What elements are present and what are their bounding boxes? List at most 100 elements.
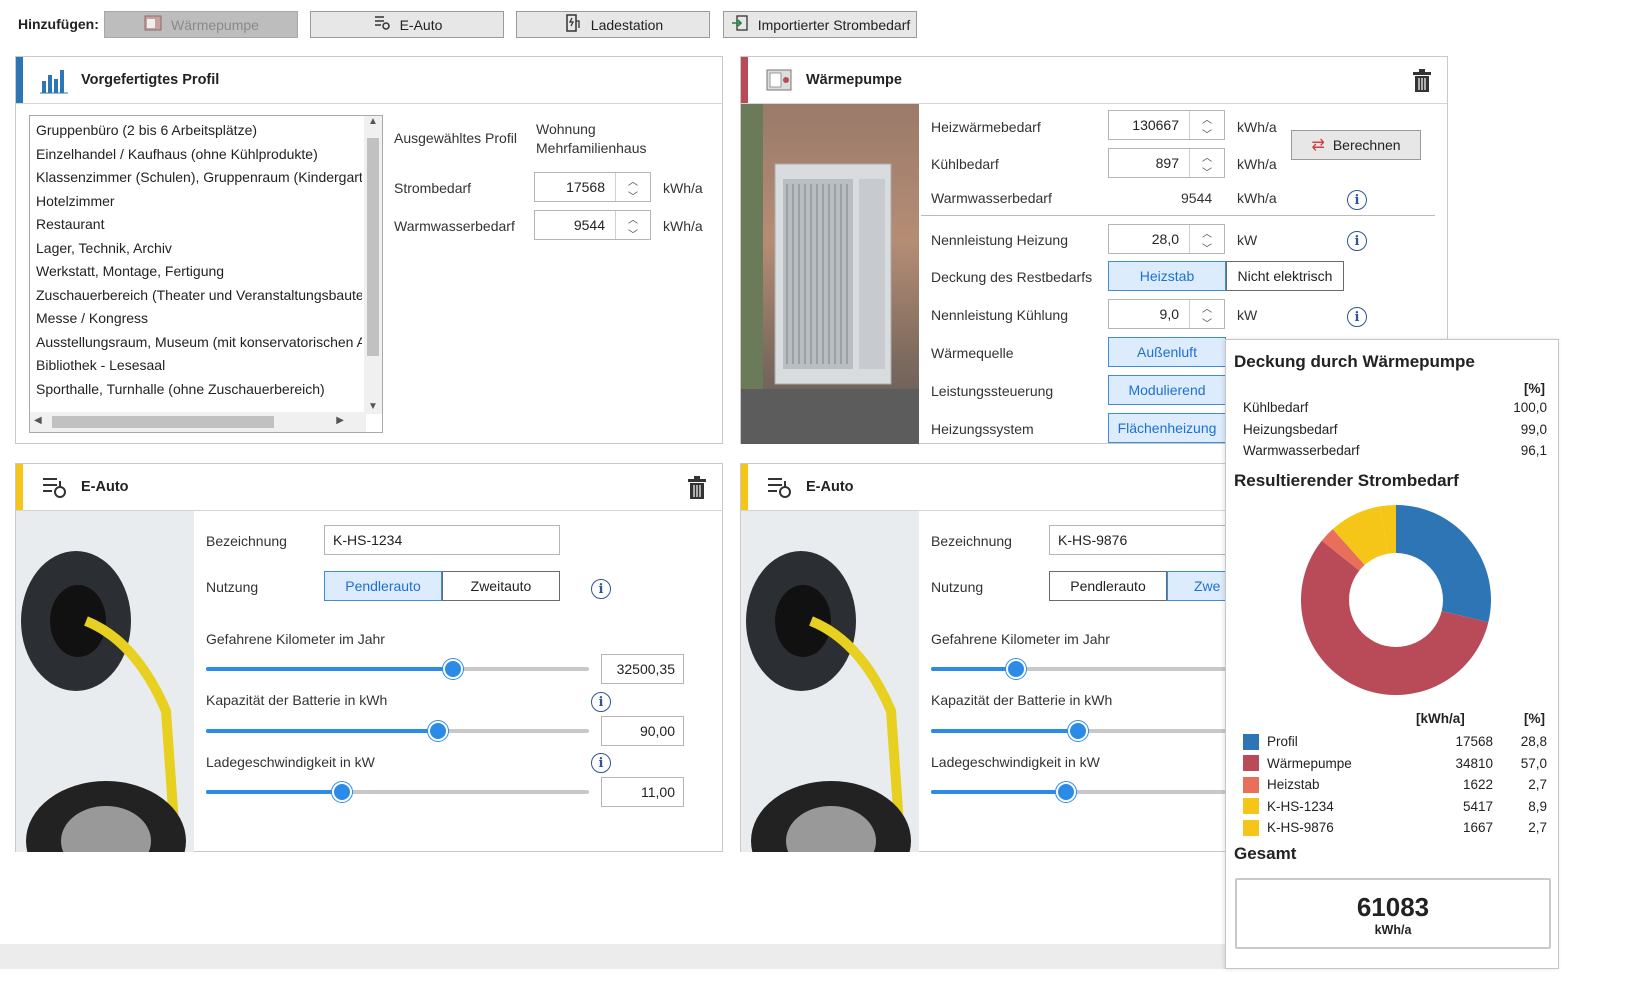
heatpump-icon [143, 13, 163, 36]
battery-input[interactable]: 90,00 [601, 716, 684, 746]
list-item[interactable]: Einzelhandel / Kaufhaus (ohne Kühlproduk… [30, 143, 362, 167]
legend-table: Profil 17568 28,8 Wärmepumpe 34810 57,0 … [1243, 731, 1547, 839]
list-item[interactable]: Lager, Technik, Archiv [30, 237, 362, 261]
vertical-scrollbar[interactable]: ▲ ▼ [364, 116, 382, 414]
charging-slider[interactable] [206, 782, 589, 802]
strombedarf-value[interactable]: 17568 [535, 173, 615, 201]
scroll-up-icon[interactable]: ▲ [364, 116, 382, 127]
chevron-up-icon[interactable]: ︿ [1202, 300, 1212, 315]
chevron-up-icon[interactable]: ︿ [628, 173, 638, 188]
scroll-down-icon[interactable]: ▼ [364, 401, 382, 412]
scroll-left-icon[interactable]: ◀ [34, 415, 42, 426]
chevron-up-icon[interactable]: ︿ [1202, 225, 1212, 240]
chevron-down-icon[interactable]: ﹀ [1202, 240, 1212, 255]
heizwaerme-value[interactable]: 130667 [1109, 111, 1189, 139]
km-slider[interactable] [206, 659, 589, 679]
chevron-up-icon[interactable]: ︿ [628, 211, 638, 226]
profile-panel-title: Vorgefertigtes Profil [81, 72, 220, 88]
list-item[interactable]: Zuschauerbereich (Theater und Veranstalt… [30, 284, 362, 308]
battery-slider[interactable] [931, 721, 1226, 741]
ww-value: 9544 [1181, 190, 1213, 206]
list-item[interactable]: Sporthalle, Turnhalle (ohne Zuschauerber… [30, 378, 362, 402]
strombedarf-stepper[interactable]: 17568 ︿ ﹀ [534, 172, 651, 203]
kuehlbedarf-stepper[interactable]: 897 ︿ ﹀ [1108, 148, 1225, 179]
horizontal-scrollbar[interactable]: ◀ ▶ [30, 412, 366, 432]
nutzung-zweitauto-toggle[interactable]: Zwe [1167, 571, 1227, 601]
bezeichnung-input[interactable]: K-HS-1234 [324, 525, 560, 555]
trash-icon[interactable] [686, 476, 708, 500]
charging-input[interactable]: 11,00 [601, 777, 684, 807]
bezeichnung-input[interactable]: K-HS-9876 [1049, 525, 1229, 555]
deckung-title: Deckung durch Wärmepumpe [1234, 352, 1475, 371]
waermequelle-toggle[interactable]: Außenluft [1108, 337, 1226, 367]
info-icon[interactable]: i [1347, 231, 1367, 251]
list-item[interactable]: Messe / Kongress [30, 307, 362, 331]
add-eauto-button[interactable]: E-Auto [310, 11, 504, 38]
km-slider-thumb[interactable] [443, 659, 464, 679]
warmwasser-label: Warmwasserbedarf [394, 218, 515, 234]
list-item[interactable]: Hotelzimmer [30, 190, 362, 214]
vertical-scroll-thumb[interactable] [367, 138, 379, 356]
list-item[interactable]: Ausstellungsraum, Museum (mit konservato… [30, 331, 362, 355]
info-icon[interactable]: i [591, 753, 611, 773]
heizwaerme-stepper[interactable]: 130667 ︿ ﹀ [1108, 110, 1225, 141]
battery-label: Kapazität der Batterie in kWh [931, 692, 1113, 708]
list-item[interactable]: Werkstatt, Montage, Fertigung [30, 260, 362, 284]
battery-slider-thumb[interactable] [427, 721, 448, 741]
strombedarf-label: Strombedarf [394, 180, 472, 196]
deckung-row-label: Kühlbedarf [1243, 400, 1309, 415]
chevron-down-icon[interactable]: ﹀ [628, 226, 638, 241]
km-slider[interactable] [931, 659, 1226, 679]
nutzung-pendlerauto-toggle[interactable]: Pendlerauto [324, 571, 442, 601]
nutzung-zweitauto-toggle[interactable]: Zweitauto [442, 571, 560, 601]
info-icon[interactable]: i [591, 692, 611, 712]
chevron-down-icon[interactable]: ﹀ [1202, 126, 1212, 141]
chevron-down-icon[interactable]: ﹀ [1202, 315, 1212, 330]
nenn-kuehl-stepper[interactable]: 9,0 ︿ ﹀ [1108, 299, 1225, 330]
charging-slider-thumb[interactable] [1055, 782, 1076, 802]
km-slider-thumb[interactable] [1005, 659, 1026, 679]
horizontal-scroll-thumb[interactable] [52, 416, 274, 428]
battery-slider[interactable] [206, 721, 589, 741]
chevron-down-icon[interactable]: ﹀ [628, 188, 638, 203]
nenn-heiz-label: Nennleistung Heizung [931, 232, 1068, 248]
km-slider-fill [206, 667, 452, 671]
leistungssteuerung-toggle[interactable]: Modulierend [1108, 375, 1226, 405]
deckung-row-label: Warmwasserbedarf [1243, 443, 1360, 458]
profile-listbox[interactable]: Gruppenbüro (2 bis 6 Arbeitsplätze) Einz… [29, 115, 383, 433]
kuehlbedarf-value[interactable]: 897 [1109, 149, 1189, 177]
list-item[interactable]: Bibliothek - Lesesaal [30, 354, 362, 378]
deckung-nicht-elektrisch-toggle[interactable]: Nicht elektrisch [1226, 261, 1344, 291]
chevron-up-icon[interactable]: ︿ [1202, 149, 1212, 164]
heizungssystem-toggle[interactable]: Flächenheizung [1108, 413, 1226, 443]
list-item[interactable]: Gruppenbüro (2 bis 6 Arbeitsplätze) [30, 119, 362, 143]
selected-profile-value-2: Mehrfamilienhaus [536, 140, 647, 156]
nenn-heiz-value[interactable]: 28,0 [1109, 225, 1189, 253]
nenn-kuehl-value[interactable]: 9,0 [1109, 300, 1189, 328]
list-item[interactable]: Klassenzimmer (Schulen), Gruppenraum (Ki… [30, 166, 362, 190]
trash-icon[interactable] [1411, 69, 1433, 93]
deckung-heizstab-toggle[interactable]: Heizstab [1108, 261, 1226, 291]
add-ladestation-button[interactable]: Ladestation [516, 11, 710, 38]
add-import-button[interactable]: Importierter Strombedarf [723, 11, 917, 38]
warmwasser-value[interactable]: 9544 [535, 211, 615, 239]
nenn-kuehl-label: Nennleistung Kühlung [931, 307, 1068, 323]
km-slider-fill [931, 667, 1014, 671]
warmwasser-stepper[interactable]: 9544 ︿ ﹀ [534, 210, 651, 241]
calculate-button[interactable]: ⇄ Berechnen [1291, 130, 1421, 160]
info-icon[interactable]: i [1347, 190, 1367, 210]
nenn-heiz-stepper[interactable]: 28,0 ︿ ﹀ [1108, 224, 1225, 255]
chevron-up-icon[interactable]: ︿ [1202, 111, 1212, 126]
km-input[interactable]: 32500,35 [601, 654, 684, 684]
charging-slider-thumb[interactable] [332, 782, 353, 802]
info-icon[interactable]: i [1347, 307, 1367, 327]
scroll-right-icon[interactable]: ▶ [336, 415, 344, 426]
charging-slider[interactable] [931, 782, 1226, 802]
add-heatpump-button[interactable]: Wärmepumpe [104, 11, 298, 38]
chevron-down-icon[interactable]: ﹀ [1202, 164, 1212, 179]
list-item[interactable]: Restaurant [30, 213, 362, 237]
selected-profile-value-1: Wohnung [536, 121, 596, 137]
info-icon[interactable]: i [591, 579, 611, 599]
battery-slider-thumb[interactable] [1067, 721, 1088, 741]
nutzung-pendlerauto-toggle[interactable]: Pendlerauto [1049, 571, 1167, 601]
